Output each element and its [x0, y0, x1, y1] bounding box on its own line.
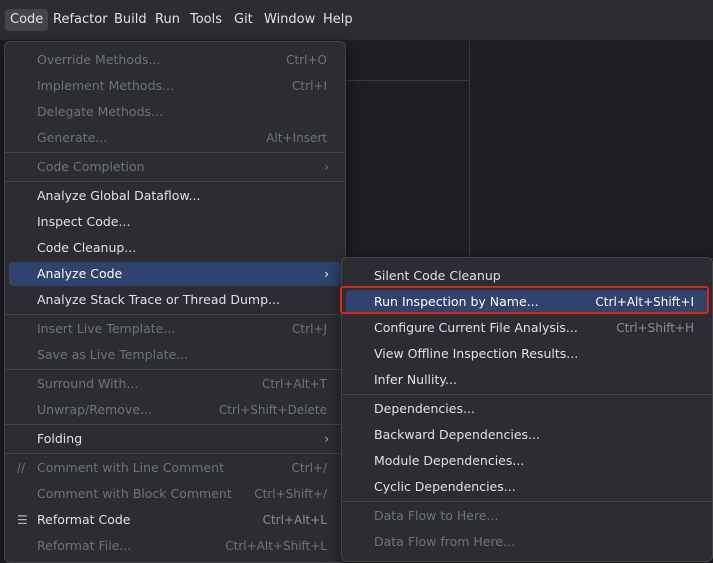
view-offline-item[interactable]: View Offline Inspection Results...	[346, 342, 708, 366]
item-label: Backward Dependencies...	[374, 427, 540, 442]
dependencies-item[interactable]: Dependencies...	[346, 397, 708, 421]
item-label: Silent Code Cleanup	[374, 268, 501, 283]
separator	[5, 453, 345, 454]
item-label: Analyze Stack Trace or Thread Dump...	[37, 292, 280, 307]
menu-tools[interactable]: Tools	[190, 9, 222, 31]
cyclic-dependencies-item[interactable]: Cyclic Dependencies...	[346, 475, 708, 499]
item-label: Dependencies...	[374, 401, 475, 416]
separator	[5, 369, 345, 370]
code-menu-popup: Override Methods... Ctrl+O Implement Met…	[4, 41, 346, 563]
highlight-box	[340, 286, 709, 314]
item-label: Analyze Global Dataflow...	[37, 188, 201, 203]
item-shortcut: Ctrl+Shift+/	[254, 487, 327, 501]
item-label: Generate...	[37, 130, 108, 145]
item-shortcut: Ctrl+Shift+Delete	[218, 403, 327, 417]
separator	[5, 424, 345, 425]
item-label: Configure Current File Analysis...	[374, 320, 578, 335]
item-label: Override Methods...	[37, 52, 161, 67]
backward-dependencies-item[interactable]: Backward Dependencies...	[346, 423, 708, 447]
item-label: Code Completion	[37, 159, 145, 174]
comment-line-item[interactable]: // Comment with Line Comment Ctrl+/	[9, 456, 341, 480]
delegate-methods-item[interactable]: Delegate Methods...	[9, 100, 341, 124]
implement-methods-item[interactable]: Implement Methods... Ctrl+I	[9, 74, 341, 98]
item-label: Cyclic Dependencies...	[374, 479, 516, 494]
item-shortcut: Alt+Insert	[266, 131, 327, 145]
item-label: Inspect Code...	[37, 214, 131, 229]
module-dependencies-item[interactable]: Module Dependencies...	[346, 449, 708, 473]
item-label: Data Flow to Here...	[374, 508, 499, 523]
divider	[345, 80, 470, 81]
item-label: Reformat File...	[37, 538, 132, 553]
separator	[342, 394, 712, 395]
item-shortcut: Ctrl+Alt+Shift+L	[225, 539, 327, 553]
item-shortcut: Ctrl+/	[291, 461, 327, 475]
chevron-right-icon: ›	[324, 160, 329, 174]
reformat-icon: ☰	[17, 513, 28, 527]
item-shortcut: Ctrl+Alt+L	[262, 513, 327, 527]
menu-bar: Code Refactor Build Run Tools Git Window…	[0, 0, 713, 41]
item-label: Comment with Block Comment	[37, 486, 232, 501]
analyze-code-item[interactable]: Analyze Code ›	[9, 262, 341, 286]
item-label: Unwrap/Remove...	[37, 402, 152, 417]
item-shortcut: Ctrl+I	[292, 79, 327, 93]
chevron-right-icon: ›	[324, 267, 329, 281]
item-shortcut: Ctrl+Shift+H	[616, 321, 694, 335]
item-label: Reformat Code	[37, 512, 131, 527]
item-label: Surround With...	[37, 376, 139, 391]
silent-code-cleanup-item[interactable]: Silent Code Cleanup	[346, 264, 708, 288]
menu-build[interactable]: Build	[114, 9, 147, 31]
comment-block-item[interactable]: Comment with Block Comment Ctrl+Shift+/	[9, 482, 341, 506]
separator	[5, 152, 345, 153]
item-label: Save as Live Template...	[37, 347, 189, 362]
code-cleanup-item[interactable]: Code Cleanup...	[9, 236, 341, 260]
analyze-global-dataflow-item[interactable]: Analyze Global Dataflow...	[9, 184, 341, 208]
item-label: Code Cleanup...	[37, 240, 137, 255]
comment-icon: //	[17, 461, 26, 475]
unwrap-remove-item[interactable]: Unwrap/Remove... Ctrl+Shift+Delete	[9, 398, 341, 422]
override-methods-item[interactable]: Override Methods... Ctrl+O	[9, 48, 341, 72]
menu-git[interactable]: Git	[234, 9, 253, 31]
item-label: Infer Nullity...	[374, 372, 457, 387]
chevron-right-icon: ›	[324, 432, 329, 446]
code-completion-item[interactable]: Code Completion ›	[9, 155, 341, 179]
generate-item[interactable]: Generate... Alt+Insert	[9, 126, 341, 150]
menu-code[interactable]: Code	[5, 9, 49, 31]
item-label: Folding	[37, 431, 83, 446]
item-shortcut: Ctrl+O	[286, 53, 327, 67]
separator	[5, 181, 345, 182]
menu-refactor[interactable]: Refactor	[53, 9, 108, 31]
divider	[469, 41, 470, 259]
menu-run[interactable]: Run	[155, 9, 180, 31]
configure-current-file-item[interactable]: Configure Current File Analysis... Ctrl+…	[346, 316, 708, 340]
menu-window[interactable]: Window	[264, 9, 315, 31]
item-label: Insert Live Template...	[37, 321, 176, 336]
separator	[342, 501, 712, 502]
folding-item[interactable]: Folding ›	[9, 427, 341, 451]
analyze-stack-trace-item[interactable]: Analyze Stack Trace or Thread Dump...	[9, 288, 341, 312]
data-flow-to-here-item[interactable]: Data Flow to Here...	[346, 504, 708, 528]
menu-help[interactable]: Help	[323, 9, 353, 31]
item-label: Module Dependencies...	[374, 453, 525, 468]
item-label: Implement Methods...	[37, 78, 174, 93]
insert-live-template-item[interactable]: Insert Live Template... Ctrl+J	[9, 317, 341, 341]
item-shortcut: Ctrl+J	[292, 322, 327, 336]
inspect-code-item[interactable]: Inspect Code...	[9, 210, 341, 234]
item-label: Comment with Line Comment	[37, 460, 224, 475]
reformat-code-item[interactable]: ☰ Reformat Code Ctrl+Alt+L	[9, 508, 341, 532]
item-label: Analyze Code	[37, 266, 123, 281]
surround-with-item[interactable]: Surround With... Ctrl+Alt+T	[9, 372, 341, 396]
separator	[5, 314, 345, 315]
item-label: Delegate Methods...	[37, 104, 163, 119]
data-flow-from-here-item[interactable]: Data Flow from Here...	[346, 530, 708, 554]
infer-nullity-item[interactable]: Infer Nullity...	[346, 368, 708, 392]
item-label: View Offline Inspection Results...	[374, 346, 579, 361]
reformat-file-item[interactable]: Reformat File... Ctrl+Alt+Shift+L	[9, 534, 341, 558]
item-label: Data Flow from Here...	[374, 534, 515, 549]
item-shortcut: Ctrl+Alt+T	[261, 377, 327, 391]
save-as-live-template-item[interactable]: Save as Live Template...	[9, 343, 341, 367]
